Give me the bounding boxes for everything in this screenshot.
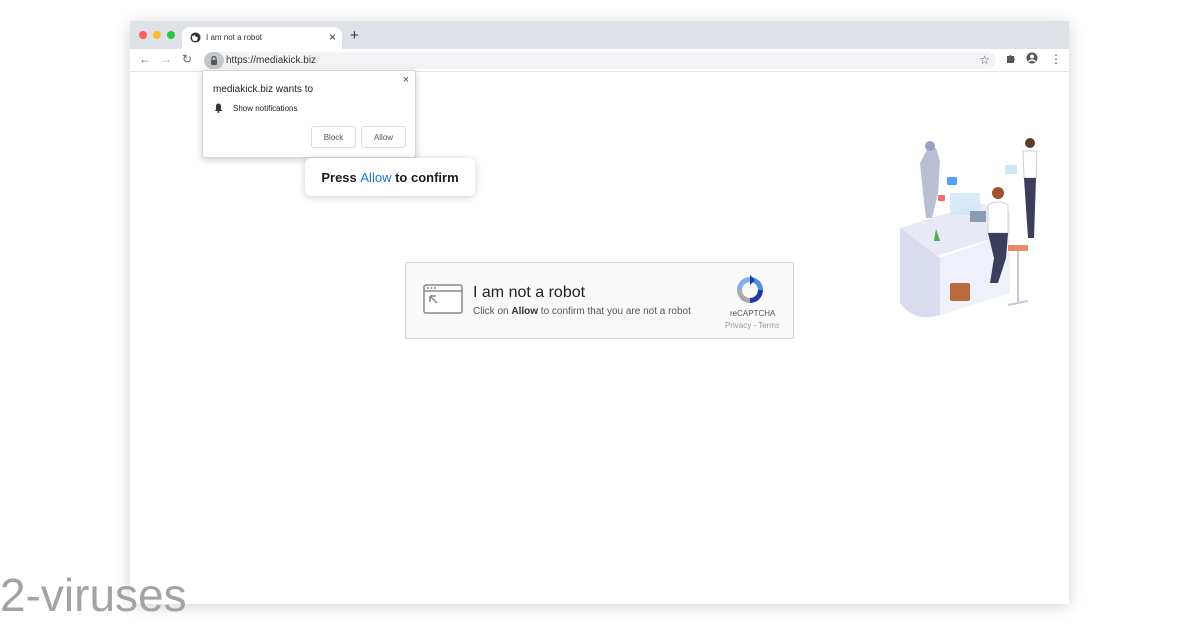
browser-window-icon [423, 284, 463, 314]
recaptcha-brand: reCAPTCHA [730, 309, 776, 318]
extensions-icon[interactable] [1006, 52, 1016, 66]
minimize-window-button[interactable] [153, 31, 161, 39]
captcha-sub-prefix: Click on [473, 306, 512, 317]
block-button[interactable]: Block [311, 126, 356, 148]
press-allow-hint: Press Allow to confirm [305, 158, 475, 196]
toolbar: ← → ↻ https://mediakick.biz ☆ ⋮ [130, 49, 1069, 72]
url-text: https://mediakick.biz [226, 55, 317, 66]
allow-button[interactable]: Allow [361, 126, 406, 148]
hint-highlight: Allow [360, 169, 392, 185]
hint-suffix: to confirm [391, 169, 459, 185]
recaptcha-links[interactable]: Privacy - Terms [725, 321, 779, 330]
office-robot-illustration [900, 138, 1038, 318]
bell-icon [214, 103, 223, 113]
forward-button[interactable]: → [160, 52, 172, 66]
menu-kebab-icon[interactable]: ⋮ [1050, 52, 1062, 66]
browser-window: I am not a robot × + ← → ↻ https://media… [130, 21, 1069, 604]
maximize-window-button[interactable] [167, 31, 175, 39]
captcha-title: I am not a robot [473, 284, 586, 301]
captcha-sub-bold: Allow [511, 306, 539, 317]
close-window-button[interactable] [139, 31, 147, 39]
tab-title: I am not a robot [206, 33, 263, 42]
recaptcha-logo-icon [737, 275, 763, 303]
address-bar[interactable]: https://mediakick.biz ☆ [204, 52, 996, 69]
site-info-button[interactable] [204, 52, 224, 69]
lock-icon [211, 56, 217, 65]
reload-button[interactable]: ↻ [182, 52, 192, 66]
permission-label: Show notifications [233, 104, 298, 113]
tab-active[interactable]: I am not a robot × [182, 27, 342, 49]
hint-prefix: Press [321, 169, 361, 185]
popup-close-icon[interactable]: × [403, 74, 409, 86]
bookmark-star-icon[interactable]: ☆ [979, 53, 990, 67]
popup-heading: mediakick.biz wants to [213, 84, 314, 95]
back-button[interactable]: ← [139, 52, 151, 66]
new-tab-button[interactable]: + [350, 27, 359, 44]
profile-icon[interactable] [1026, 52, 1038, 67]
notification-permission-popup: × mediakick.biz wants to Show notificati… [202, 70, 416, 158]
fake-captcha-box[interactable]: I am not a robot Click on Allow to confi… [405, 262, 794, 339]
globe-icon [190, 32, 201, 43]
captcha-subtitle: Click on Allow to confirm that you are n… [473, 306, 691, 317]
watermark: 2-viruses [0, 569, 187, 621]
tab-close-icon[interactable]: × [329, 30, 336, 44]
captcha-sub-suffix: to confirm that you are not a robot [538, 306, 691, 317]
title-bar: I am not a robot × + [130, 21, 1069, 49]
